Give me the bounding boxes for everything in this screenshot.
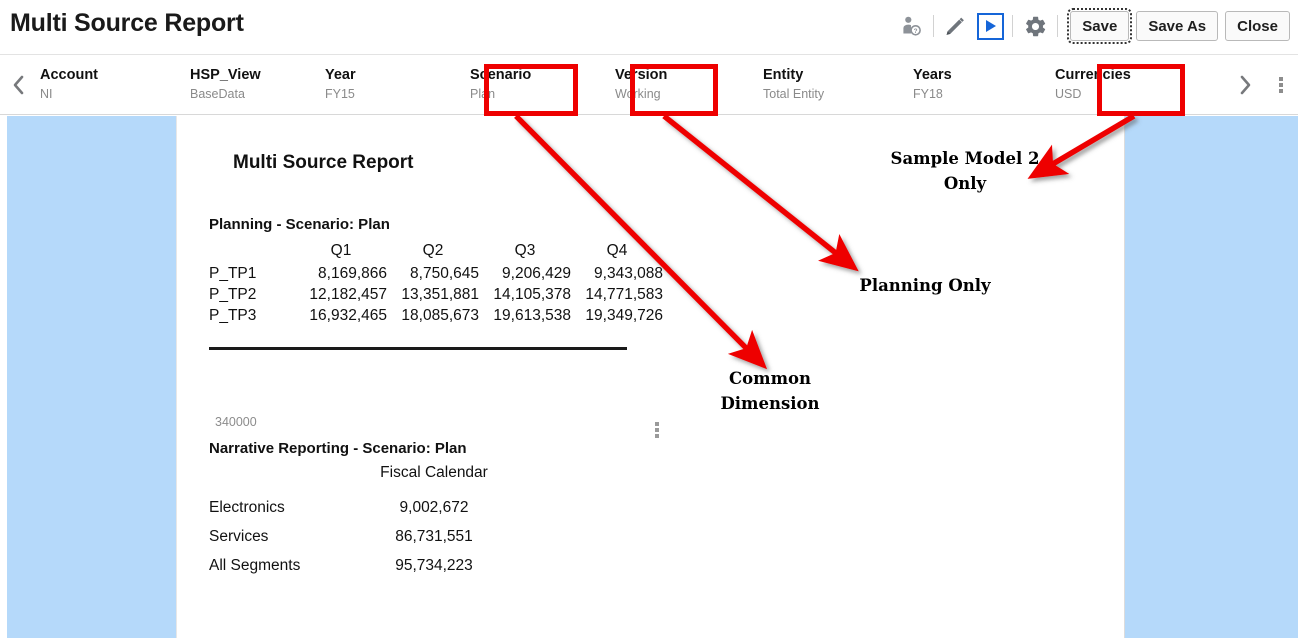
report-title: Multi Source Report <box>233 152 414 173</box>
pov-item-hsp-view-name: HSP_View <box>190 67 261 83</box>
planning-header-row: Q1 Q2 Q3 Q4 <box>209 238 663 263</box>
report-body: Multi Source Report Planning - Scenario:… <box>0 116 1298 638</box>
pov-item-scenario[interactable]: Scenario Plan <box>468 55 613 114</box>
pov-item-year-name: Year <box>325 67 356 83</box>
pov-item-hsp-view[interactable]: HSP_View BaseData <box>188 55 323 114</box>
pov-next-chevron-icon[interactable] <box>1226 55 1264 114</box>
planning-cell-2-1: 18,085,673 <box>401 306 479 324</box>
app-root: Multi Source Report ? Save Save As Close… <box>0 0 1298 638</box>
run-play-icon[interactable] <box>973 9 1007 43</box>
toolbar: ? Save Save As Close <box>894 7 1290 45</box>
pov-dimension-list: Account NI HSP_View BaseData Year FY15 S… <box>38 55 1226 114</box>
pov-prev-chevron-icon[interactable] <box>0 55 38 114</box>
pov-item-account[interactable]: Account NI <box>38 55 188 114</box>
planning-cell-2-0: 16,932,465 <box>309 306 387 324</box>
pov-item-hsp-view-value: BaseData <box>190 87 245 101</box>
narrative-header-row: Fiscal Calendar <box>209 464 509 493</box>
planning-col-q2: Q2 <box>422 241 444 259</box>
settings-gear-icon[interactable] <box>1018 9 1052 43</box>
section-divider-rule <box>209 347 627 350</box>
planning-cell-1-0: 12,182,457 <box>309 285 387 303</box>
narrative-cell-1: 86,731,551 <box>395 527 473 545</box>
right-blue-panel <box>1125 116 1298 638</box>
planning-grid: Q1 Q2 Q3 Q4 P_TP1 8,169,866 8,750,645 9,… <box>209 238 663 326</box>
planning-corner-cell <box>209 238 295 263</box>
planning-cell-2-2: 19,613,538 <box>493 306 571 324</box>
pov-item-scenario-name: Scenario <box>470 67 532 83</box>
pov-item-years[interactable]: Years FY18 <box>911 55 1053 114</box>
planning-row-label-1: P_TP2 <box>209 285 257 303</box>
vertical-dots-icon <box>1279 76 1283 93</box>
planning-col-q1: Q1 <box>330 241 352 259</box>
edit-pencil-icon[interactable] <box>939 9 973 43</box>
planning-cell-2-3: 19,349,726 <box>585 306 663 324</box>
pov-item-currencies-name: Currencies <box>1055 67 1131 83</box>
table-row: P_TP1 8,169,866 8,750,645 9,206,429 9,34… <box>209 263 663 284</box>
pov-item-entity-name: Entity <box>763 67 804 83</box>
table-row: Services 86,731,551 <box>209 522 509 551</box>
pov-item-entity[interactable]: Entity Total Entity <box>761 55 911 114</box>
save-button[interactable]: Save <box>1067 8 1133 44</box>
narrative-cell-2: 95,734,223 <box>395 556 473 574</box>
pov-item-version[interactable]: Version Working <box>613 55 761 114</box>
narrative-row-label-0: Electronics <box>209 498 285 516</box>
toolbar-divider-3 <box>1057 15 1059 37</box>
planning-cell-0-3: 9,343,088 <box>594 264 663 282</box>
planning-row-label-0: P_TP1 <box>209 264 257 282</box>
pov-item-currencies-value: USD <box>1055 87 1082 101</box>
pov-item-entity-value: Total Entity <box>763 87 825 101</box>
planning-cell-1-3: 14,771,583 <box>585 285 663 303</box>
run-play-button-frame <box>976 12 1004 40</box>
pov-bar: Account NI HSP_View BaseData Year FY15 S… <box>0 54 1298 115</box>
narrative-row-label-1: Services <box>209 527 269 545</box>
narrative-grid: Fiscal Calendar Electronics 9,002,672 Se… <box>209 464 509 580</box>
pov-item-version-name: Version <box>615 67 668 83</box>
planning-col-q3: Q3 <box>514 241 536 259</box>
pov-item-year[interactable]: Year FY15 <box>323 55 468 114</box>
narrative-section-heading: Narrative Reporting - Scenario: Plan <box>209 440 467 457</box>
narrative-row-label-2: All Segments <box>209 556 301 574</box>
table-row: All Segments 95,734,223 <box>209 551 509 580</box>
pov-item-scenario-value: Plan <box>470 87 496 101</box>
toolbar-divider-2 <box>1012 15 1014 37</box>
save-as-button[interactable]: Save As <box>1136 11 1219 41</box>
table-row: P_TP3 16,932,465 18,085,673 19,613,538 1… <box>209 305 663 326</box>
left-blue-panel <box>7 116 176 638</box>
close-button[interactable]: Close <box>1225 11 1290 41</box>
account-code-label: 340000 <box>215 415 257 429</box>
table-row: P_TP2 12,182,457 13,351,881 14,105,378 1… <box>209 284 663 305</box>
pov-item-years-name: Years <box>913 67 952 83</box>
pov-item-years-value: FY18 <box>913 87 943 101</box>
table-row: Electronics 9,002,672 <box>209 493 509 522</box>
narrative-row-overflow-menu-icon[interactable] <box>655 422 659 440</box>
pov-item-account-value: NI <box>40 87 53 101</box>
toolbar-divider-1 <box>933 15 935 37</box>
pov-item-account-name: Account <box>40 67 98 83</box>
narrative-corner-cell <box>209 464 359 493</box>
pov-item-version-value: Working <box>615 87 661 101</box>
narrative-cell-0: 9,002,672 <box>399 498 469 516</box>
svg-text:?: ? <box>914 28 918 35</box>
planning-section-heading: Planning - Scenario: Plan <box>209 216 390 233</box>
planning-row-label-2: P_TP3 <box>209 306 257 324</box>
pov-item-currencies[interactable]: Currencies USD <box>1053 55 1163 114</box>
planning-col-q4: Q4 <box>606 241 628 259</box>
planning-cell-1-2: 14,105,378 <box>493 285 571 303</box>
user-approval-icon[interactable]: ? <box>894 9 928 43</box>
narrative-col-fiscal-calendar: Fiscal Calendar <box>380 464 488 481</box>
top-bar: Multi Source Report ? Save Save As Close <box>0 0 1298 54</box>
planning-cell-1-1: 13,351,881 <box>401 285 479 303</box>
page-title: Multi Source Report <box>10 9 244 37</box>
planning-cell-0-2: 9,206,429 <box>502 264 571 282</box>
pov-item-year-value: FY15 <box>325 87 355 101</box>
planning-cell-0-1: 8,750,645 <box>410 264 479 282</box>
pov-overflow-menu-icon[interactable] <box>1264 55 1298 114</box>
planning-cell-0-0: 8,169,866 <box>318 264 387 282</box>
report-document: Multi Source Report Planning - Scenario:… <box>176 116 1125 638</box>
